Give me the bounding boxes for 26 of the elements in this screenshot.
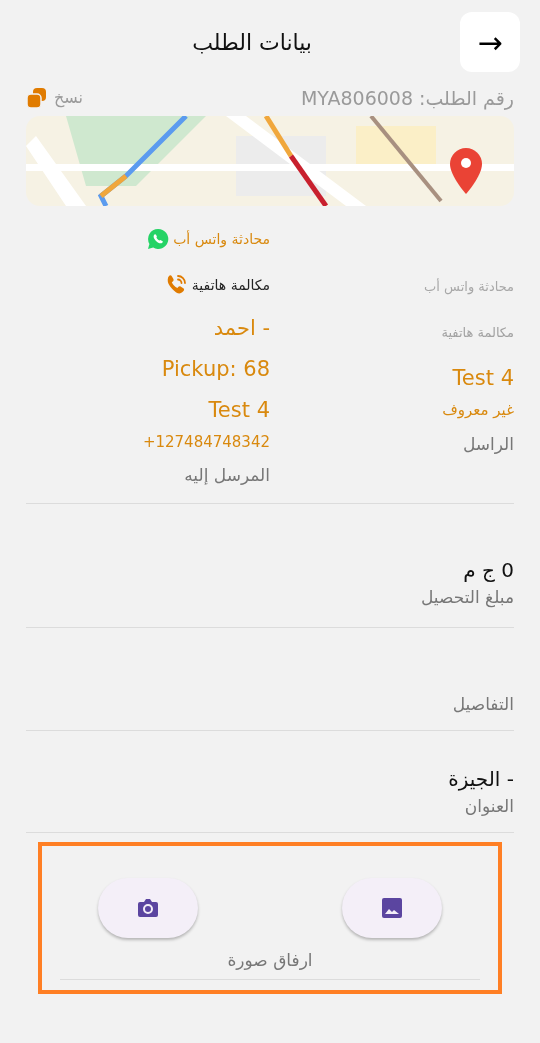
order-number: رقم الطلب: MYA806008 xyxy=(300,85,514,112)
field-value: - الجيزة xyxy=(447,766,514,793)
call-button[interactable]: مكالمة هاتفية xyxy=(26,262,270,308)
recipient-detail: Pickup: 68 xyxy=(160,356,270,383)
recipient-detail: - احمد xyxy=(212,315,270,342)
copy-button[interactable]: نسخ xyxy=(26,86,84,110)
page-title: بيانات الطلب xyxy=(192,28,312,57)
field-label: المرسل إليه xyxy=(183,464,270,487)
phone-number: +127484748342 xyxy=(141,432,270,453)
sender-name: Test 4 xyxy=(451,365,514,392)
camera-button[interactable] xyxy=(98,877,198,938)
recipient-detail: Test 4 xyxy=(207,397,270,424)
camera-icon xyxy=(137,897,159,918)
field-label: التفاصيل xyxy=(451,693,514,716)
chat-icon xyxy=(147,228,170,250)
back-button[interactable]: → xyxy=(460,12,520,72)
sender-status: غير معروف xyxy=(441,400,514,421)
gallery-button[interactable] xyxy=(342,877,442,938)
attach-label: ارفاق صورة xyxy=(60,947,480,980)
copy-icon xyxy=(26,87,48,109)
field-label: الراسل xyxy=(461,433,514,456)
field-value: 0 ج م xyxy=(462,557,514,584)
field-label: مبلغ التحصيل xyxy=(419,586,514,610)
whatsapp-button[interactable]: محادثة واتس أب xyxy=(26,216,270,262)
image-icon xyxy=(381,896,403,919)
field-label: العنوان xyxy=(463,795,514,818)
